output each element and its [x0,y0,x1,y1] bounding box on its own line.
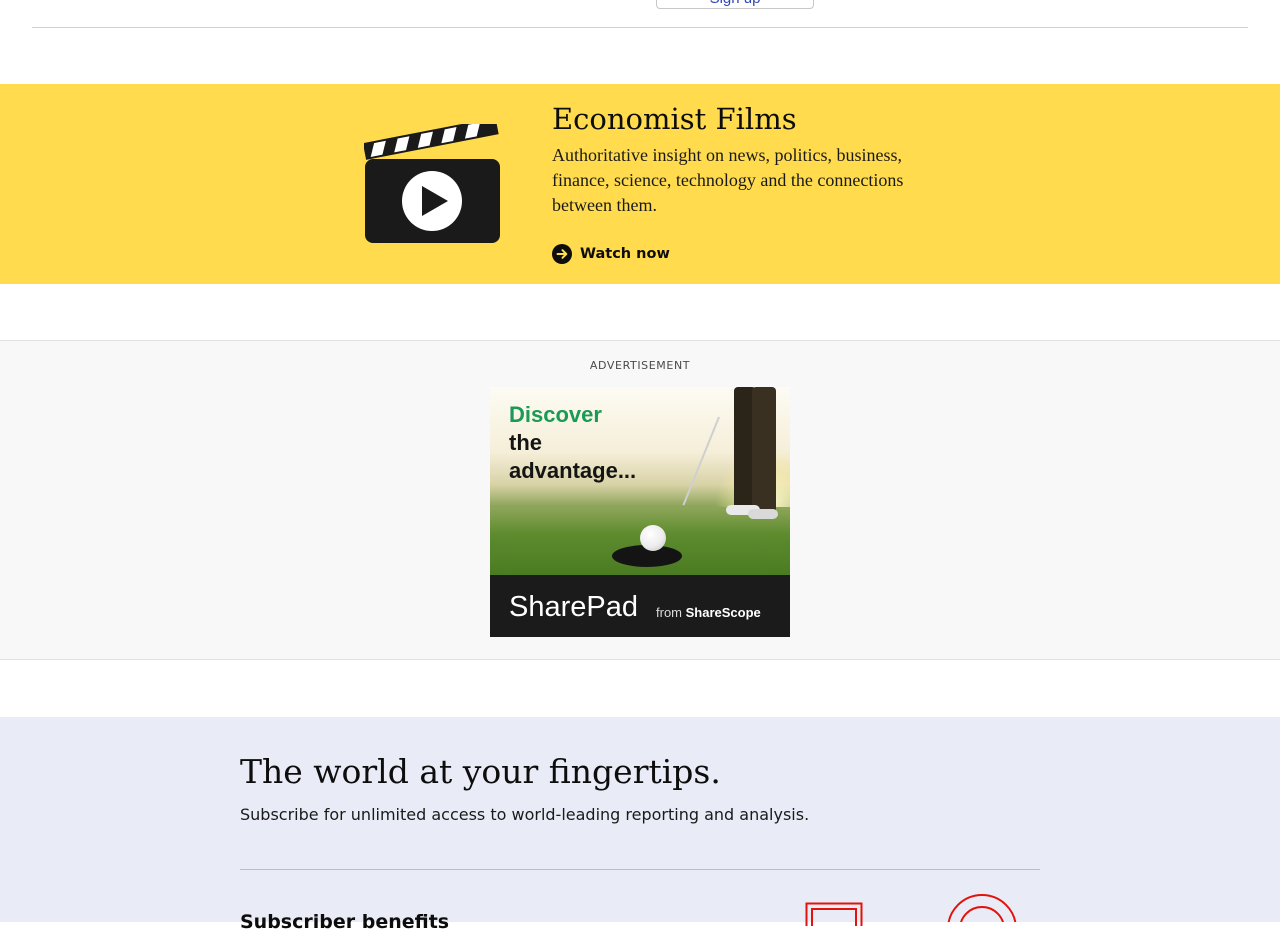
ad-headline: Discover the advantage... [509,401,636,485]
top-sign-up-button[interactable]: Sign up [656,0,814,9]
ad-from-word: from [656,605,682,620]
golfer-leg [752,387,776,513]
golf-ball [640,525,666,551]
ad-headline-line: advantage... [509,458,637,483]
ad-from-brand: ShareScope [685,605,761,620]
clapperboard-icon [364,124,500,243]
subscribe-title: The world at your fingertips. [240,752,721,791]
ad-brand-name: SharePad [509,591,638,623]
subscribe-description: Subscribe for unlimited access to world-… [240,805,810,824]
films-title: Economist Films [552,102,797,136]
advertisement-label: ADVERTISEMENT [589,359,691,372]
golf-club [682,416,720,506]
watch-now-link[interactable]: Watch now [552,243,670,265]
ad-from-text: from ShareScope [656,605,761,620]
subscriber-benefits-heading: Subscriber benefits [240,911,450,933]
ad-headline-line: Discover [509,402,602,427]
device-icon [805,902,863,926]
films-description: Authoritative insight on news, politics,… [552,145,904,215]
globe-icon [947,894,1017,922]
subscribe-divider [240,869,1040,870]
ad-footer: SharePad from ShareScope [490,575,790,637]
watch-now-label: Watch now [580,246,670,262]
sharepad-advert[interactable]: Discover the advantage... SharePad from … [490,387,790,637]
arrow-right-circle-icon [552,244,572,264]
top-divider [32,27,1248,28]
golfer-shoe [748,509,778,519]
ad-headline-line: the [509,430,542,455]
